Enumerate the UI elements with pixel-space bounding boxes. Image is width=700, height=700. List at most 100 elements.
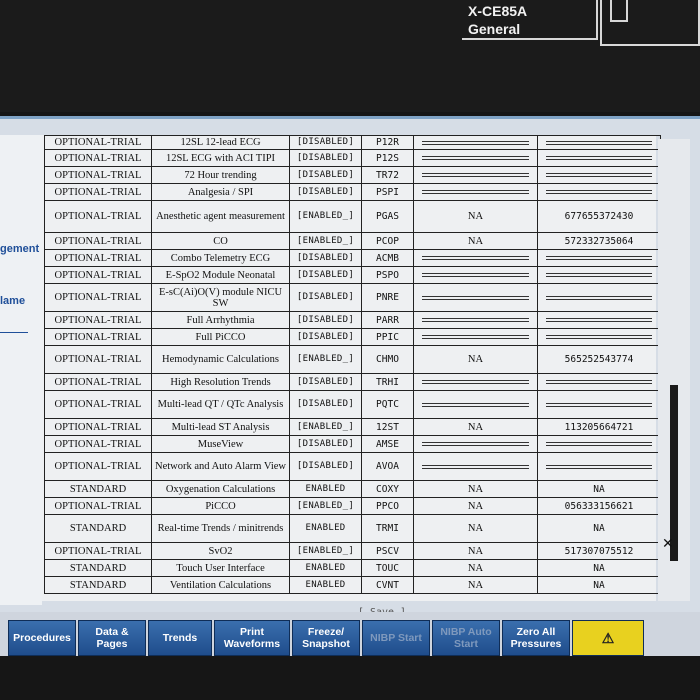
module-profile: General [468, 21, 521, 37]
option-status[interactable]: [DISABLED] [289, 328, 362, 346]
option-code: PARR [361, 311, 414, 329]
vertical-scrollbar[interactable]: ✕ [658, 139, 690, 601]
option-status[interactable]: [DISABLED] [289, 166, 362, 184]
option-expiry [413, 249, 538, 267]
freeze-snapshot-key[interactable]: Freeze/ Snapshot [292, 620, 360, 656]
table-row[interactable]: OPTIONAL-TRIAL 12SL ECG with ACI TIPI [DIS… [44, 149, 661, 167]
option-key: 572332735064 [537, 232, 661, 250]
option-expiry: NA [413, 559, 538, 577]
table-row[interactable]: STANDARD Touch User Interface ENABLED TOUC N… [44, 559, 661, 577]
table-row[interactable]: OPTIONAL-TRIAL 72 Hour trending [DISABLED]… [44, 166, 661, 184]
table-row[interactable]: OPTIONAL-TRIAL PiCCO [ENABLED_] PPCO NA 05633… [44, 497, 661, 515]
option-status[interactable]: [ENABLED_] [289, 200, 362, 233]
procedures-key[interactable]: Procedures [8, 620, 76, 656]
table-row[interactable]: STANDARD Oxygenation Calculations ENABLED C… [44, 480, 661, 498]
side-menu-item-management[interactable]: gement [0, 243, 39, 255]
option-status[interactable]: [DISABLED] [289, 266, 362, 284]
empty-field[interactable] [545, 402, 653, 407]
table-row[interactable]: OPTIONAL-TRIAL Hemodynamic Calculations [E… [44, 345, 661, 374]
empty-field[interactable] [545, 190, 653, 194]
empty-field[interactable] [545, 173, 653, 177]
table-row[interactable]: OPTIONAL-TRIAL MuseView [DISABLED] AMSE [44, 435, 661, 453]
option-type: STANDARD [44, 576, 152, 594]
empty-field[interactable] [421, 156, 530, 161]
table-row[interactable]: OPTIONAL-TRIAL Anesthetic agent measureme… [44, 200, 661, 233]
option-status[interactable]: [ENABLED_] [289, 418, 362, 436]
data-pages-key[interactable]: Data & Pages [78, 620, 146, 656]
option-key: NA [537, 559, 661, 577]
empty-field[interactable] [545, 380, 653, 384]
empty-field[interactable] [545, 295, 653, 300]
option-status[interactable]: ENABLED [289, 559, 362, 577]
option-status[interactable]: [ENABLED_] [289, 497, 362, 515]
empty-field[interactable] [421, 256, 530, 261]
nibp-auto-start-key[interactable]: NIBP Auto Start [432, 620, 500, 656]
option-status[interactable]: [DISABLED] [289, 149, 362, 167]
empty-field[interactable] [421, 380, 530, 385]
table-row[interactable]: OPTIONAL-TRIAL 12SL 12-lead ECG [DISABLED]… [44, 135, 661, 150]
table-row[interactable]: OPTIONAL-TRIAL Combo Telemetry ECG [DISABL… [44, 249, 661, 267]
option-status[interactable]: ENABLED [289, 576, 362, 594]
table-row[interactable]: OPTIONAL-TRIAL E-SpO2 Module Neonatal [DIS… [44, 266, 661, 284]
empty-field[interactable] [545, 256, 653, 260]
empty-field[interactable] [421, 273, 530, 278]
empty-field[interactable] [545, 442, 653, 446]
table-row[interactable]: OPTIONAL-TRIAL High Resolution Trends [DIS… [44, 373, 661, 391]
alarm-silence-key[interactable]: ⚠ [572, 620, 644, 656]
option-status[interactable]: ENABLED [289, 480, 362, 498]
trends-key[interactable]: Trends [148, 620, 212, 656]
option-status[interactable]: [DISABLED] [289, 183, 362, 201]
empty-field[interactable] [545, 140, 653, 145]
option-type: OPTIONAL-TRIAL [44, 149, 152, 167]
option-code: CHMO [361, 345, 414, 374]
empty-field[interactable] [545, 273, 653, 277]
option-code: TRHI [361, 373, 414, 391]
option-status[interactable]: [DISABLED] [289, 452, 362, 481]
option-status[interactable]: [ENABLED_] [289, 232, 362, 250]
empty-field[interactable] [421, 464, 530, 469]
option-status[interactable]: ENABLED [289, 514, 362, 543]
nibp-start-key[interactable]: NIBP Start [362, 620, 430, 656]
software-options-table: OPTIONAL-TRIAL 12SL 12-lead ECG [DISABLED]… [44, 135, 661, 594]
table-row[interactable]: OPTIONAL-TRIAL Full PiCCO [DISABLED] PPIC [44, 328, 661, 346]
empty-field[interactable] [421, 442, 530, 447]
table-row[interactable]: OPTIONAL-TRIAL Multi-lead ST Analysis [ENA… [44, 418, 661, 436]
empty-field[interactable] [545, 464, 653, 469]
option-status[interactable]: [DISABLED] [289, 249, 362, 267]
close-icon[interactable]: ✕ [662, 535, 674, 552]
option-status[interactable]: [DISABLED] [289, 135, 362, 150]
option-description: Combo Telemetry ECG [151, 249, 290, 267]
option-status[interactable]: [DISABLED] [289, 373, 362, 391]
option-status[interactable]: [DISABLED] [289, 435, 362, 453]
option-status[interactable]: [ENABLED_] [289, 542, 362, 560]
empty-field[interactable] [421, 295, 530, 300]
option-expiry [413, 266, 538, 284]
empty-field[interactable] [421, 318, 530, 323]
table-row[interactable]: OPTIONAL-TRIAL SvO2 [ENABLED_] PSCV NA 517307… [44, 542, 661, 560]
empty-field[interactable] [421, 173, 530, 178]
option-status[interactable]: [DISABLED] [289, 390, 362, 419]
empty-field[interactable] [545, 156, 653, 160]
table-row[interactable]: OPTIONAL-TRIAL Multi-lead QT / QTc Analys… [44, 390, 661, 419]
table-row[interactable]: OPTIONAL-TRIAL Full Arrhythmia [DISABLED] P… [44, 311, 661, 329]
empty-field[interactable] [545, 335, 653, 339]
table-row[interactable]: STANDARD Ventilation Calculations ENABLED C… [44, 576, 661, 594]
table-row[interactable]: OPTIONAL-TRIAL Analgesia / SPI [DISABLED] P… [44, 183, 661, 201]
option-status[interactable]: [DISABLED] [289, 311, 362, 329]
option-status[interactable]: [ENABLED_] [289, 345, 362, 374]
empty-field[interactable] [421, 402, 530, 407]
table-row[interactable]: OPTIONAL-TRIAL Network and Auto Alarm Vie… [44, 452, 661, 481]
empty-field[interactable] [421, 140, 530, 145]
print-waveforms-key[interactable]: Print Waveforms [214, 620, 290, 656]
side-menu-item-name[interactable]: lame [0, 295, 25, 307]
table-row[interactable]: OPTIONAL-TRIAL CO [ENABLED_] PCOP NA 57233273… [44, 232, 661, 250]
table-row[interactable]: OPTIONAL-TRIAL E-sC(Ai)O(V) module NICU S… [44, 283, 661, 312]
option-status[interactable]: [DISABLED] [289, 283, 362, 312]
empty-field[interactable] [545, 318, 653, 322]
option-code: TOUC [361, 559, 414, 577]
table-row[interactable]: STANDARD Real-time Trends / minitrends ENA… [44, 514, 661, 543]
zero-all-pressures-key[interactable]: Zero All Pressures [502, 620, 570, 656]
option-type: OPTIONAL-TRIAL [44, 542, 152, 560]
empty-field[interactable] [421, 335, 530, 340]
empty-field[interactable] [421, 190, 530, 195]
